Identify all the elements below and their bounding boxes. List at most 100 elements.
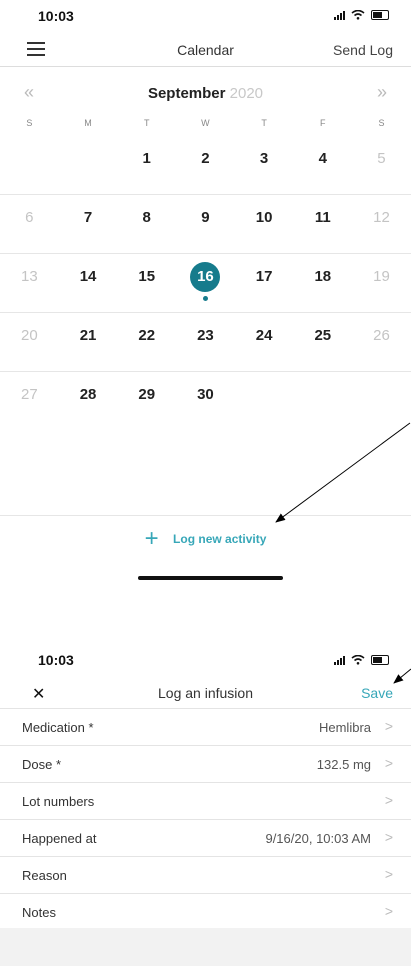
calendar-day-number: 24 (255, 327, 273, 344)
battery-icon (371, 655, 389, 665)
calendar-day[interactable]: 30 (176, 372, 235, 430)
calendar-week-row: 1 2 3 4 5 (0, 136, 411, 195)
calendar-day[interactable]: 20 (0, 313, 59, 371)
save-button[interactable]: Save (361, 685, 393, 701)
calendar-day[interactable]: 1 (117, 136, 176, 194)
calendar-day[interactable]: 8 (117, 195, 176, 253)
calendar-day[interactable]: 6 (0, 195, 59, 253)
weekday-label: T (261, 118, 267, 128)
calendar-empty-cell (0, 136, 59, 194)
calendar-day-number: 16 (190, 262, 221, 292)
chevron-right-icon: > (384, 718, 393, 734)
calendar-day[interactable]: 18 (293, 254, 352, 312)
form-row[interactable]: Medication * Hemlibra > (0, 708, 411, 745)
infusion-nav-bar: ✕ Log an infusion Save (0, 678, 411, 708)
calendar-day[interactable]: 26 (352, 313, 411, 371)
calendar-week-row: 13 14 15 16 17 18 19 (0, 254, 411, 313)
calendar-day-number: 14 (79, 268, 97, 285)
form-row-label: Happened at (22, 831, 97, 846)
form-row-label: Medication * (22, 720, 94, 735)
calendar-day-number: 1 (142, 150, 151, 167)
calendar-day-number: 21 (79, 327, 97, 344)
calendar-day[interactable]: 11 (293, 195, 352, 253)
calendar-day[interactable]: 13 (0, 254, 59, 312)
calendar-empty-cell (352, 372, 411, 430)
calendar-day-number: 13 (21, 268, 38, 285)
chevron-right-icon: > (384, 755, 393, 771)
form-row-label: Dose * (22, 757, 62, 772)
calendar-day[interactable]: 23 (176, 313, 235, 371)
log-new-activity-label: Log new activity (173, 531, 267, 546)
calendar-day[interactable]: 16 (176, 254, 235, 312)
calendar-day[interactable]: 2 (176, 136, 235, 194)
calendar-day[interactable]: 7 (59, 195, 118, 253)
send-log-button[interactable]: Send Log (333, 42, 393, 58)
status-bar-bottom: 10:03 (0, 648, 411, 672)
calendar-week-row: 20 21 22 23 24 25 26 (0, 313, 411, 372)
calendar-day[interactable]: 14 (59, 254, 118, 312)
calendar-day[interactable]: 4 (293, 136, 352, 194)
calendar-empty-cell (293, 372, 352, 430)
calendar-day-number: 29 (138, 386, 156, 403)
form-row[interactable]: Dose * 132.5 mg > (0, 745, 411, 782)
calendar-day[interactable]: 17 (235, 254, 294, 312)
form-row-label: Notes (22, 905, 56, 920)
status-time: 10:03 (38, 8, 74, 24)
form-row[interactable]: Notes > (0, 893, 411, 930)
calendar-empty-cell (59, 136, 118, 194)
calendar-day[interactable]: 27 (0, 372, 59, 430)
chevron-right-icon: > (384, 829, 393, 845)
log-new-activity-button[interactable]: + Log new activity (0, 524, 411, 552)
calendar-day[interactable]: 22 (117, 313, 176, 371)
calendar-day-number: 11 (314, 209, 331, 226)
calendar-day[interactable]: 24 (235, 313, 294, 371)
footer-band (0, 928, 411, 966)
chevron-right-icon: > (384, 866, 393, 882)
form-row[interactable]: Lot numbers > (0, 782, 411, 819)
next-month-icon[interactable]: » (377, 82, 387, 103)
signal-icon (334, 10, 345, 20)
status-bar-top: 10:03 (0, 0, 411, 28)
calendar-day[interactable]: 3 (235, 136, 294, 194)
calendar-day[interactable]: 10 (235, 195, 294, 253)
weekday-label: W (201, 118, 210, 128)
weekday-label: S (378, 118, 385, 128)
signal-icon (334, 655, 345, 665)
calendar-day-number: 26 (373, 327, 390, 344)
calendar-day[interactable]: 19 (352, 254, 411, 312)
calendar-day-number: 12 (373, 209, 390, 226)
weekday-header: S M T W T F S (0, 118, 411, 134)
weekday-label: M (84, 118, 92, 128)
form-row-label: Reason (22, 868, 67, 883)
calendar-day[interactable]: 21 (59, 313, 118, 371)
plus-icon: + (144, 524, 159, 552)
calendar-day-number: 4 (318, 150, 327, 167)
calendar-day[interactable]: 12 (352, 195, 411, 253)
calendar-day-number: 10 (255, 209, 273, 226)
calendar-day-number: 25 (314, 327, 332, 344)
calendar-day[interactable]: 29 (117, 372, 176, 430)
calendar-day-number: 27 (21, 386, 38, 403)
calendar-day[interactable]: 28 (59, 372, 118, 430)
month-selector: « September 2020 » (0, 80, 411, 106)
chevron-right-icon: > (384, 792, 393, 808)
calendar-week-row: 27 28 29 30 (0, 372, 411, 430)
calendar-day-number: 2 (201, 150, 210, 167)
calendar-day[interactable]: 9 (176, 195, 235, 253)
form-row-value: 9/16/20, 10:03 AM (265, 831, 371, 846)
weekday-label: T (143, 118, 150, 128)
calendar-day[interactable]: 5 (352, 136, 411, 194)
calendar-day[interactable]: 15 (117, 254, 176, 312)
month-name: September (147, 85, 226, 102)
form-row[interactable]: Reason > (0, 856, 411, 893)
calendar-day[interactable]: 25 (293, 313, 352, 371)
calendar-day-number: 18 (314, 268, 332, 285)
calendar-day-number: 15 (138, 268, 156, 285)
calendar-day-number: 22 (138, 327, 156, 344)
form-row[interactable]: Happened at 9/16/20, 10:03 AM > (0, 819, 411, 856)
form-row-value: 132.5 mg (316, 757, 371, 772)
weekday-label: F (320, 118, 326, 128)
calendar-empty-cell (235, 372, 294, 430)
calendar-day-number: 9 (201, 209, 210, 226)
form-row-label: Lot numbers (22, 794, 95, 809)
